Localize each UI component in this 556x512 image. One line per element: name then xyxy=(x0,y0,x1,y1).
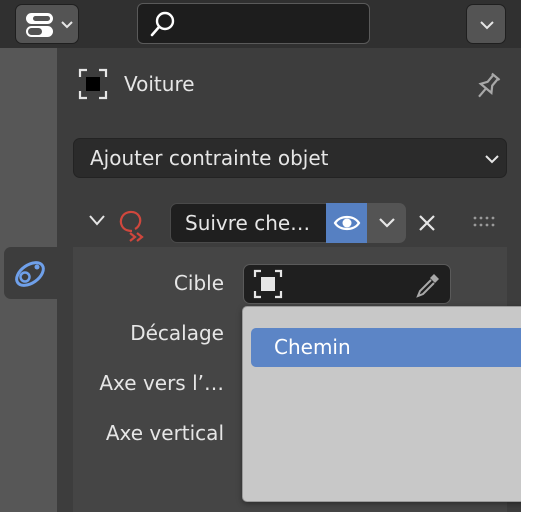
offset-label: Décalage xyxy=(130,321,224,345)
constraint-name-field[interactable]: Suivre che… xyxy=(170,203,327,243)
dropdown-item-path[interactable]: Chemin xyxy=(251,328,547,367)
constraint-menu-dropdown[interactable] xyxy=(367,203,406,243)
object-name: Voiture xyxy=(124,72,195,96)
forward-axis-label: Axe vers l’… xyxy=(99,371,224,395)
constraint-name: Suivre che… xyxy=(185,211,311,235)
drag-handle-icon[interactable] xyxy=(472,215,496,229)
target-dropdown-popup: Chemin xyxy=(242,306,555,502)
editor-type-button[interactable] xyxy=(15,4,79,44)
add-object-constraint-dropdown[interactable]: Ajouter contrainte objet xyxy=(73,138,507,178)
tab-object-constraints[interactable] xyxy=(4,247,57,299)
up-axis-label: Axe vertical xyxy=(105,421,224,445)
object-icon xyxy=(78,68,108,100)
chevron-down-icon xyxy=(480,21,494,30)
add-constraint-label: Ajouter contrainte objet xyxy=(90,146,329,170)
object-icon xyxy=(253,269,283,299)
dropdown-item-label: Chemin xyxy=(274,335,351,359)
header-options-dropdown[interactable] xyxy=(466,4,506,44)
target-label: Cible xyxy=(173,271,224,295)
chevron-down-icon xyxy=(379,218,395,228)
chevron-down-icon xyxy=(485,155,499,164)
window-edge xyxy=(521,0,556,512)
follow-path-constraint-icon xyxy=(119,210,144,242)
target-field[interactable] xyxy=(243,264,451,304)
collapse-chevron-icon[interactable] xyxy=(88,213,106,229)
eyedropper-icon[interactable] xyxy=(414,271,442,299)
eye-icon xyxy=(333,215,361,231)
search-input[interactable] xyxy=(137,3,370,44)
search-icon xyxy=(150,11,175,37)
chevron-down-icon xyxy=(61,21,73,29)
close-icon[interactable] xyxy=(417,213,437,233)
visibility-toggle[interactable] xyxy=(326,203,368,243)
pin-icon[interactable] xyxy=(472,70,504,102)
editor-header xyxy=(0,0,521,48)
object-constraint-icon xyxy=(15,261,45,287)
